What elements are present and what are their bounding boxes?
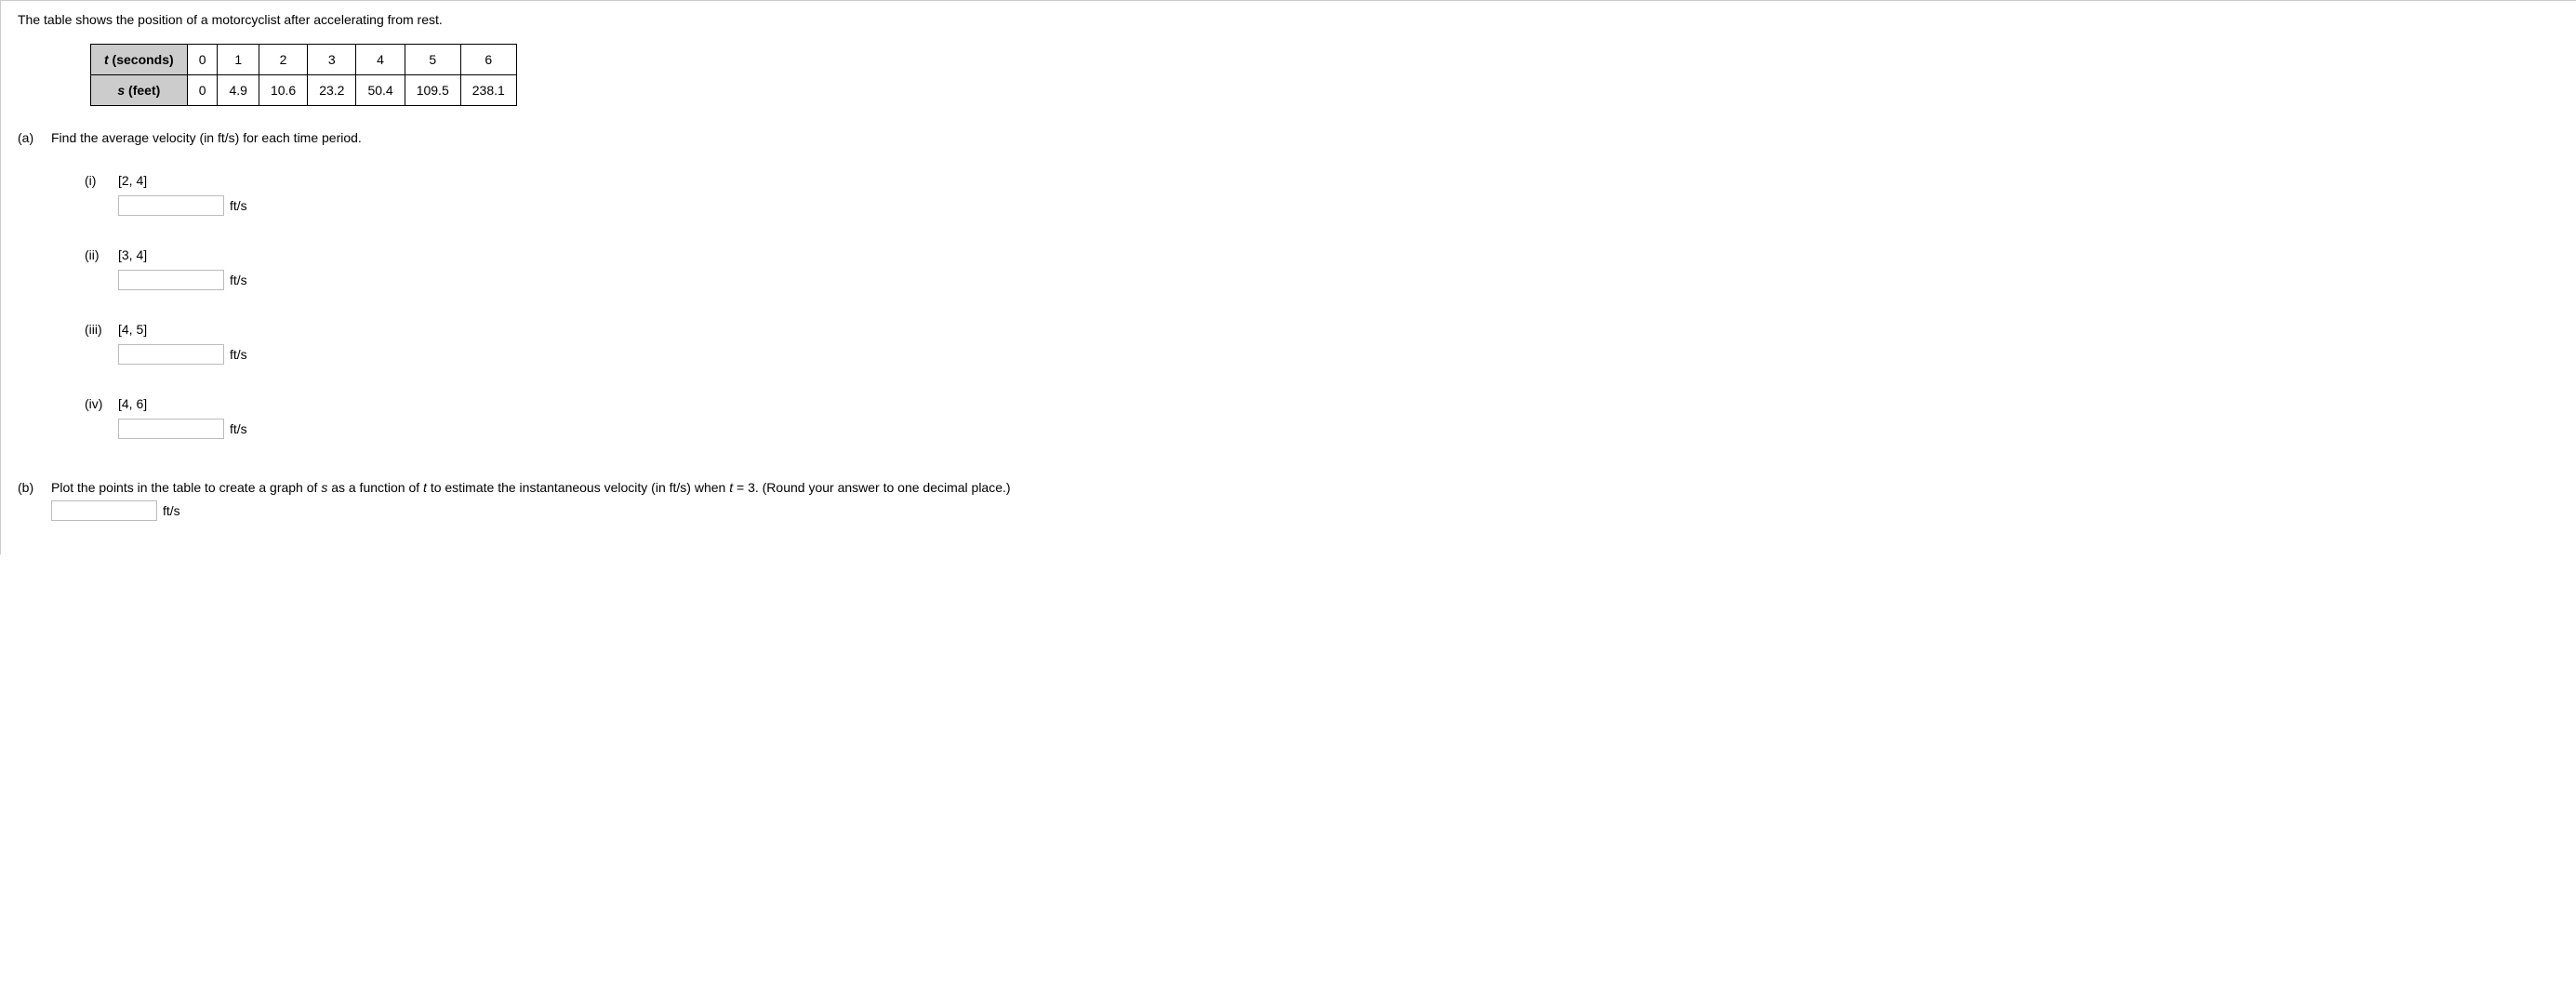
part-b-prompt: Plot the points in the table to create a… xyxy=(51,480,2559,495)
subpart-ii: (ii) [3, 4] ft/s xyxy=(85,247,2559,290)
table-cell: 238.1 xyxy=(460,75,516,106)
subpart-label: (ii) xyxy=(85,247,118,262)
table-cell: 10.6 xyxy=(259,75,307,106)
part-a-body: Find the average velocity (in ft/s) for … xyxy=(51,130,2559,471)
table-cell: 4.9 xyxy=(218,75,259,106)
unit-label: ft/s xyxy=(163,503,180,518)
unit-label: ft/s xyxy=(230,347,247,362)
part-a-subparts: (i) [2, 4] ft/s (ii) [3, 4] f xyxy=(51,173,2559,439)
intro-text: The table shows the position of a motorc… xyxy=(18,12,2559,27)
table-row: s (feet) 0 4.9 10.6 23.2 50.4 109.5 238.… xyxy=(91,75,517,106)
subpart-label: (iv) xyxy=(85,396,118,411)
subpart-i: (i) [2, 4] ft/s xyxy=(85,173,2559,216)
part-b: (b) Plot the points in the table to crea… xyxy=(18,480,2559,521)
answer-input-iv[interactable] xyxy=(118,419,224,439)
answer-input-ii[interactable] xyxy=(118,270,224,290)
table-row: t (seconds) 0 1 2 3 4 5 6 xyxy=(91,45,517,75)
row-header-t: t (seconds) xyxy=(91,45,188,75)
answer-input-iii[interactable] xyxy=(118,344,224,365)
subpart-label: (i) xyxy=(85,173,118,188)
table-cell: 3 xyxy=(308,45,356,75)
part-a: (a) Find the average velocity (in ft/s) … xyxy=(18,130,2559,471)
part-b-body: Plot the points in the table to create a… xyxy=(51,480,2559,521)
subpart-interval: [3, 4] xyxy=(118,247,147,262)
table-cell: 50.4 xyxy=(356,75,405,106)
table-cell: 0 xyxy=(187,45,218,75)
subpart-interval: [2, 4] xyxy=(118,173,147,188)
data-table: t (seconds) 0 1 2 3 4 5 6 s (feet) 0 4.9… xyxy=(90,44,517,106)
part-a-prompt: Find the average velocity (in ft/s) for … xyxy=(51,130,2559,145)
row-header-s: s (feet) xyxy=(91,75,188,106)
part-b-label: (b) xyxy=(18,480,51,495)
table-cell: 23.2 xyxy=(308,75,356,106)
unit-label: ft/s xyxy=(230,198,247,213)
eq-t3: t = 3 xyxy=(729,480,755,495)
subpart-iii: (iii) [4, 5] ft/s xyxy=(85,322,2559,365)
table-cell: 1 xyxy=(218,45,259,75)
table-cell: 4 xyxy=(356,45,405,75)
table-cell: 0 xyxy=(187,75,218,106)
subpart-interval: [4, 6] xyxy=(118,396,147,411)
subpart-interval: [4, 5] xyxy=(118,322,147,337)
part-a-label: (a) xyxy=(18,130,51,145)
unit-label: ft/s xyxy=(230,273,247,287)
subpart-label: (iii) xyxy=(85,322,118,337)
answer-input-i[interactable] xyxy=(118,195,224,216)
table-cell: 109.5 xyxy=(405,75,460,106)
unit-label: ft/s xyxy=(230,421,247,436)
subpart-iv: (iv) [4, 6] ft/s xyxy=(85,396,2559,439)
table-cell: 2 xyxy=(259,45,307,75)
table-cell: 6 xyxy=(460,45,516,75)
table-cell: 5 xyxy=(405,45,460,75)
answer-input-b[interactable] xyxy=(51,500,157,521)
question-container: The table shows the position of a motorc… xyxy=(0,0,2576,554)
